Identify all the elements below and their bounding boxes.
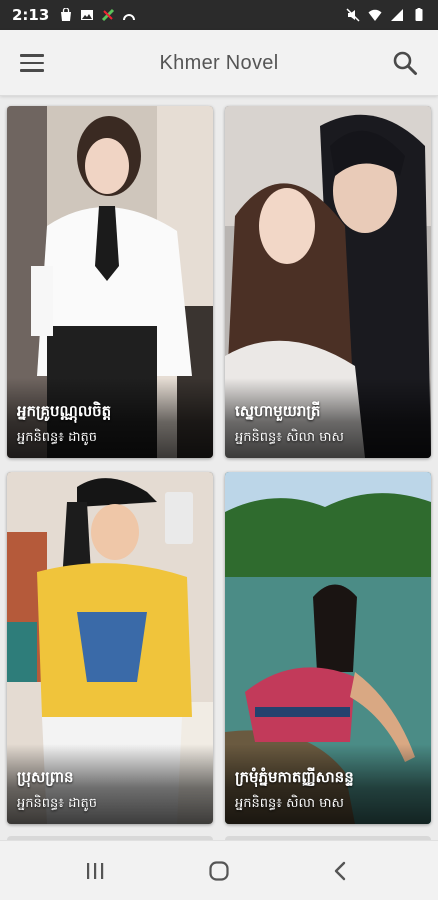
back-icon[interactable]	[320, 855, 360, 887]
status-right-icons	[346, 8, 426, 22]
hamburger-menu-icon[interactable]	[20, 50, 50, 76]
novel-card[interactable]: ស្នេហាមួយរាត្រី អ្នកនិពន្ធ៖ សិលា មាស	[225, 106, 431, 458]
status-left-icons	[59, 8, 136, 22]
novel-card[interactable]: អ្នកគ្រូបណ្ណុលចិត្ត អ្នកនិពន្ធ៖ ដាតូច	[7, 106, 213, 458]
mute-icon	[346, 8, 360, 22]
system-nav-bar	[0, 840, 438, 900]
novel-author: អ្នកនិពន្ធ៖ សិលា មាស	[235, 796, 344, 811]
arc-icon	[123, 14, 136, 21]
novel-author: អ្នកនិពន្ធ៖ សិលា មាស	[235, 430, 344, 445]
novel-author: អ្នកនិពន្ធ៖ ដាតូច	[17, 430, 97, 445]
signal-icon	[391, 9, 403, 21]
app-bar: Khmer Novel	[0, 30, 438, 96]
novel-title: ស្នេហាមួយរាត្រី	[235, 402, 321, 420]
search-icon[interactable]	[390, 48, 420, 78]
status-bar: 2:13	[0, 0, 438, 30]
app-title: Khmer Novel	[159, 52, 279, 74]
recent-apps-icon[interactable]	[75, 855, 115, 887]
image-icon	[81, 10, 94, 20]
novel-card[interactable]: ប្រុសព្រាន អ្នកនិពន្ធ៖ ដាតូច	[7, 472, 213, 824]
novel-card[interactable]: ក្រមុំភ្នំមកាតញ្ញីសានន្ទ អ្នកនិពន្ធ៖ សិល…	[225, 472, 431, 824]
novel-title: អ្នកគ្រូបណ្ណុលចិត្ត	[17, 402, 112, 420]
home-icon[interactable]	[199, 855, 239, 887]
novel-title: ប្រុសព្រាន	[17, 768, 74, 786]
app-icon	[102, 8, 115, 22]
wifi-icon	[368, 9, 382, 21]
battery-icon	[415, 8, 423, 21]
novel-author: អ្នកនិពន្ធ៖ ដាតូច	[17, 796, 97, 811]
shopping-bag-icon	[61, 8, 72, 21]
novel-title: ក្រមុំភ្នំមកាតញ្ញីសានន្ទ	[235, 768, 354, 786]
status-time: 2:13	[12, 6, 50, 24]
